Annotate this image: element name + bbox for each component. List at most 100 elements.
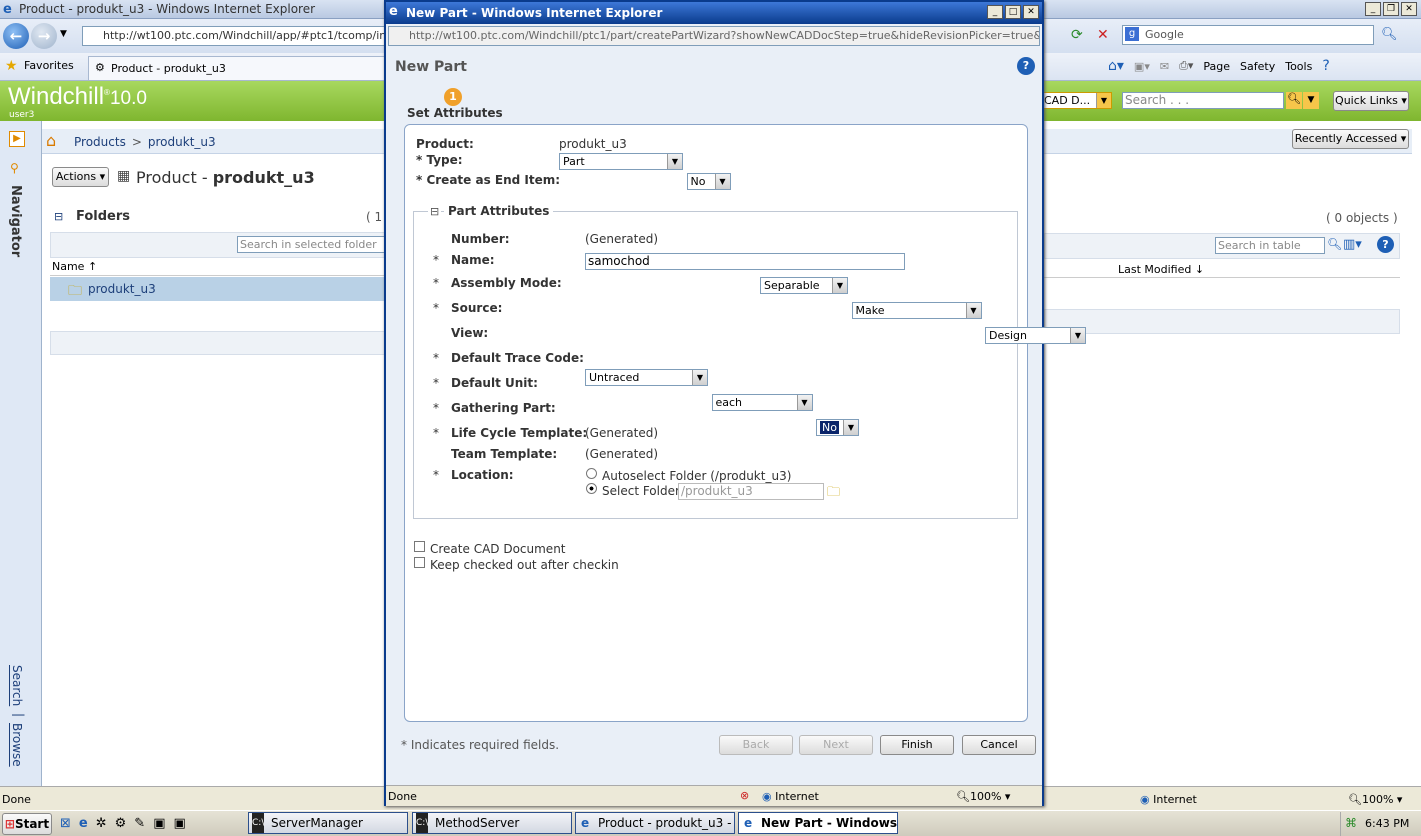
tray-network-icon[interactable]: ⌘	[1345, 816, 1357, 830]
table-search-input[interactable]: Search in table	[1215, 237, 1325, 254]
mail-icon[interactable]: ✉	[1160, 60, 1169, 73]
forward-icon[interactable]: →	[31, 23, 57, 49]
back-icon[interactable]: ←	[3, 23, 29, 49]
keep-checked-out-label: Keep checked out after checkin	[430, 558, 619, 572]
stop-icon[interactable]: ✕	[1097, 27, 1109, 43]
navigator-toggle-icon[interactable]: ▶	[9, 131, 25, 147]
search-go-icon[interactable]: 🔍︎	[1381, 27, 1398, 42]
quicklaunch-notepad-icon[interactable]: ✎	[134, 816, 145, 831]
browse-folder-icon[interactable]: 🗀	[827, 483, 840, 505]
autoselect-label: Autoselect Folder (/produkt_u3)	[602, 469, 792, 483]
folder-row-selected[interactable]: 🗀 produkt_u3	[50, 277, 385, 301]
trace-code-select[interactable]: Untraced ▼	[585, 369, 708, 386]
gathering-part-select[interactable]: No ▼	[816, 419, 859, 436]
source-label: Source:	[451, 301, 503, 315]
last-modified-column-header[interactable]: Last Modified ↓	[1118, 263, 1204, 276]
popup-status-text: Done	[388, 790, 417, 803]
source-select[interactable]: Make ▼	[851, 302, 982, 319]
folder-path-input[interactable]: /produkt_u3	[678, 483, 824, 500]
taskbar-item-product[interactable]: e Product - produkt_u3 - ...	[575, 812, 735, 834]
collapse-icon[interactable]: ⊟	[54, 210, 63, 223]
next-button[interactable]: Next	[799, 735, 873, 755]
navigator-search-link[interactable]: Search	[10, 665, 24, 706]
default-unit-select[interactable]: each ▼	[711, 394, 813, 411]
breadcrumb-current[interactable]: produkt_u3	[148, 135, 216, 149]
page-menu[interactable]: Page	[1203, 60, 1230, 73]
recently-accessed-button[interactable]: Recently Accessed ▾	[1292, 129, 1409, 149]
team-template-value: (Generated)	[585, 447, 659, 461]
actions-button[interactable]: Actions ▾	[52, 167, 109, 187]
google-search-input[interactable]: Google	[1122, 25, 1374, 45]
zoom-level[interactable]: 🔍︎100% ▾	[1348, 793, 1402, 806]
refresh-icon[interactable]: ⟳	[1071, 27, 1083, 43]
start-button[interactable]: ⊞Start	[2, 813, 52, 835]
table-help-icon[interactable]: ?	[1377, 236, 1394, 253]
popup-close-icon[interactable]: ✕	[1023, 5, 1039, 19]
quicklaunch-window2-icon[interactable]: ▣	[174, 816, 186, 831]
name-input[interactable]: samochod	[585, 253, 905, 270]
favorites-star-icon[interactable]: ★	[5, 58, 18, 74]
folder-icon: 🗀	[68, 283, 82, 299]
finish-button[interactable]: Finish	[880, 735, 954, 755]
type-select[interactable]: Part ▼	[559, 153, 683, 170]
recent-pages-icon[interactable]: ▼	[60, 29, 67, 39]
minimize-icon[interactable]: _	[1365, 2, 1381, 16]
section-collapse-icon[interactable]: ⊟	[428, 205, 442, 218]
status-text: Done	[2, 793, 31, 806]
search-type-dropdown[interactable]: CAD D... ▼	[1040, 92, 1112, 109]
address-input[interactable]: http://wt100.ptc.com/Windchill/app/#ptc1…	[82, 26, 387, 46]
lifecycle-required: *	[433, 426, 439, 440]
quicklaunch-config-icon[interactable]: ⚙	[115, 816, 127, 831]
autoselect-radio[interactable]	[586, 468, 597, 479]
name-column-header[interactable]: Name ↑	[50, 260, 385, 276]
table-toolbar: Search in table 🔍︎ ▥▾ ?	[1044, 233, 1400, 259]
folders-title: Folders	[76, 209, 131, 224]
tools-menu[interactable]: Tools	[1285, 60, 1312, 73]
popup-zoom-level[interactable]: 🔍︎100% ▾	[956, 790, 1010, 803]
location-label: Location:	[451, 468, 514, 482]
header-search-dropdown-icon[interactable]: ▼	[1303, 92, 1319, 109]
folder-item-label[interactable]: produkt_u3	[88, 282, 156, 296]
header-search-input[interactable]: Search . . .	[1122, 92, 1284, 109]
print-icon[interactable]: ⎙▾	[1179, 59, 1193, 73]
header-search-icon[interactable]: 🔍︎	[1286, 92, 1302, 109]
favorites-button[interactable]: Favorites	[24, 59, 74, 72]
select-folder-radio[interactable]	[586, 483, 597, 494]
browser-tab[interactable]: ⚙ Product - produkt_u3	[88, 56, 388, 80]
safety-menu[interactable]: Safety	[1240, 60, 1275, 73]
quick-links-button[interactable]: Quick Links ▾	[1333, 91, 1409, 111]
taskbar-item-newpart[interactable]: eNew Part - Windows I...	[738, 812, 898, 834]
back-button[interactable]: Back	[719, 735, 793, 755]
cancel-button[interactable]: Cancel	[962, 735, 1036, 755]
popup-minimize-icon[interactable]: _	[987, 5, 1003, 19]
help-icon[interactable]: ?	[1322, 58, 1329, 74]
taskbar-item-methodserver[interactable]: C:\ MethodServer	[412, 812, 572, 834]
keep-checked-out-checkbox[interactable]	[414, 557, 425, 568]
table-search-icon[interactable]: 🔍︎	[1327, 237, 1342, 251]
popup-maximize-icon[interactable]: □	[1005, 5, 1021, 19]
quicklaunch-ie-icon[interactable]: e	[79, 816, 88, 831]
quicklaunch-window-icon[interactable]: ▣	[153, 816, 165, 831]
home-icon[interactable]: ⌂▾	[1108, 58, 1124, 74]
required-note: * Indicates required fields.	[401, 738, 560, 752]
table-view-icon[interactable]: ▥▾	[1343, 237, 1362, 252]
feeds-icon[interactable]: ▣▾	[1134, 60, 1150, 73]
navigator-label[interactable]: Navigator	[8, 185, 23, 257]
close-icon[interactable]: ✕	[1401, 2, 1417, 16]
popup-address-bar: http://wt100.ptc.com/Windchill/ptc1/part…	[388, 26, 1040, 46]
popup-help-icon[interactable]: ?	[1017, 57, 1035, 75]
view-select[interactable]: Design ▼	[985, 327, 1086, 344]
home-breadcrumb-icon[interactable]: ⌂	[46, 131, 56, 150]
taskbar-item-servermanager[interactable]: C:\ ServerManager	[248, 812, 408, 834]
end-item-label: * Create as End Item:	[416, 173, 561, 187]
quicklaunch-tools-icon[interactable]: ✲	[96, 816, 107, 831]
navigator-browse-link[interactable]: Browse	[10, 723, 24, 767]
create-cad-checkbox[interactable]	[414, 541, 425, 552]
folders-pane: ⊟ Folders ( 1 Search in selected folder …	[50, 205, 387, 785]
restore-icon[interactable]: ❐	[1383, 2, 1399, 16]
breadcrumb-products[interactable]: Products	[74, 135, 126, 149]
assembly-mode-select[interactable]: Separable ▼	[760, 277, 848, 294]
folder-search-input[interactable]: Search in selected folder	[237, 236, 387, 253]
end-item-select[interactable]: No ▼	[686, 173, 731, 190]
quicklaunch-explorer-icon[interactable]: ⊠	[60, 816, 71, 831]
